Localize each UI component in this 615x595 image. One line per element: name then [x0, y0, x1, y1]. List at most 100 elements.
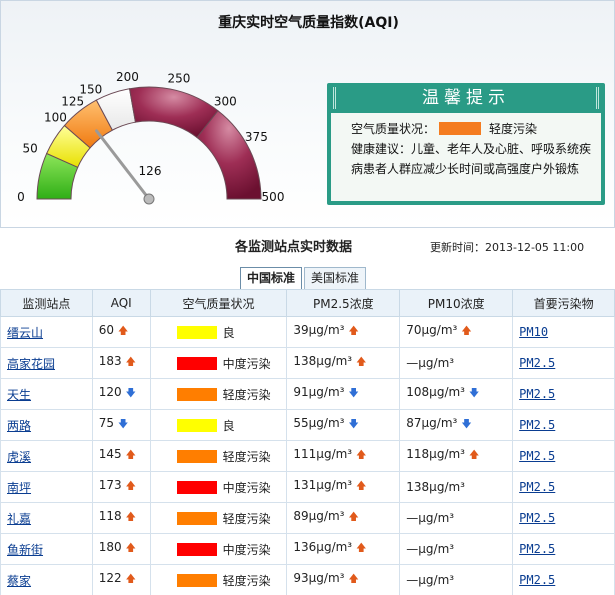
pm25-trend-down-icon: 🡇 — [348, 419, 359, 430]
gauge-tick-label: 0 — [17, 190, 25, 204]
aqi-cell: 145 🡅 — [91, 440, 151, 472]
aqi-value: 145 — [98, 447, 122, 461]
pm10-trend-down-icon: 🡇 — [461, 419, 472, 430]
level-color-bar — [176, 418, 217, 432]
site-link[interactable]: 缙云山 — [7, 326, 43, 340]
tips-status-label: 空气质量状况： — [351, 122, 436, 136]
pm25-cell: 136μg/m³ 🡅 — [286, 533, 401, 565]
aqi-trend-down-icon: 🡇 — [125, 388, 136, 399]
aqi-value: 173 — [98, 478, 122, 492]
gauge-tick-label: 250 — [168, 72, 191, 86]
aqi-cell: 122 🡅 — [91, 564, 151, 595]
section-title: 各监测站点实时数据 — [235, 240, 353, 255]
site-cell: 虎溪 — [0, 440, 93, 472]
pm25-value: 93μg/m³ — [293, 571, 345, 585]
pm10-cell: 108μg/m³ 🡇 — [399, 378, 514, 410]
pm25-cell: 89μg/m³ 🡅 — [286, 502, 401, 534]
gauge-tick-label: 500 — [262, 190, 285, 204]
site-cell: 鱼新街 — [0, 533, 93, 565]
aqi-cell: 75 🡇 — [91, 409, 151, 441]
aqi-value: 183 — [98, 354, 122, 368]
site-cell: 南坪 — [0, 471, 93, 503]
pollutant-link[interactable]: PM10 — [519, 325, 548, 339]
level-text: 轻度污染 — [222, 387, 271, 402]
aqi-gauge: 050100125150200 250300375500 126 — [17, 70, 285, 205]
pollutant-cell: PM2.5 — [512, 471, 615, 503]
pm10-cell: 87μg/m³ 🡇 — [399, 409, 514, 441]
aqi-value: 118 — [98, 509, 122, 523]
pollutant-cell: PM2.5 — [512, 533, 615, 565]
site-link[interactable]: 天生 — [7, 388, 31, 402]
gauge-tick-label: 200 — [116, 70, 139, 84]
site-link[interactable]: 蔡家 — [7, 574, 31, 588]
pm25-trend-down-icon: 🡇 — [348, 388, 359, 399]
table-row: 缙云山 60 🡅 良 39μg/m³ 🡅 70μg/m³ 🡅 PM10 — [0, 316, 615, 348]
tab-china-standard[interactable]: 中国标准 — [240, 267, 303, 289]
pollutant-cell: PM2.5 — [512, 564, 615, 595]
pollutant-link[interactable]: PM2.5 — [519, 418, 555, 432]
site-cell: 蔡家 — [0, 564, 93, 595]
gauge-tick-label: 150 — [79, 83, 102, 97]
pollutant-link[interactable]: PM2.5 — [519, 542, 555, 556]
aqi-value: 60 — [98, 323, 114, 337]
standard-tabs: 中国标准 美国标准 — [240, 267, 368, 289]
col-pollutant: 首要污染物 — [512, 289, 615, 317]
level-color-bar — [176, 542, 217, 556]
site-link[interactable]: 鱼新街 — [7, 543, 43, 557]
status-cell: 轻度污染 — [149, 564, 288, 595]
status-cell: 中度污染 — [149, 347, 288, 379]
pm10-value: 87μg/m³ — [406, 416, 458, 430]
pollutant-link[interactable]: PM2.5 — [519, 387, 555, 401]
tips-box: 温馨提示 空气质量状况： 轻度污染 健康建议：儿童、老年人及心脏、呼吸系统疾病患者… — [327, 83, 605, 205]
pm25-trend-up-icon: 🡅 — [348, 326, 359, 337]
level-text: 良 — [222, 325, 235, 340]
gauge-needle-hub — [143, 193, 155, 205]
aqi-trend-up-icon: 🡅 — [125, 450, 136, 461]
pm25-value: 91μg/m³ — [293, 385, 345, 399]
level-text: 良 — [222, 418, 235, 433]
table-row: 南坪 173 🡅 中度污染 131μg/m³ 🡅 138μg/m³ PM2.5 — [0, 471, 615, 503]
pm10-cell: —μg/m³ — [399, 533, 514, 565]
tips-body: 空气质量状况： 轻度污染 健康建议：儿童、老年人及心脏、呼吸系统疾病患者人群应减少… — [331, 113, 601, 201]
pm25-cell: 91μg/m³ 🡇 — [286, 378, 401, 410]
pm10-value: 70μg/m³ — [406, 323, 458, 337]
page-title: 重庆实时空气质量指数(AQI) — [218, 15, 399, 31]
pollutant-link[interactable]: PM2.5 — [519, 480, 555, 494]
pm10-cell: 138μg/m³ — [399, 471, 514, 503]
table-row: 高家花园 183 🡅 中度污染 138μg/m³ 🡅 —μg/m³ PM2.5 — [0, 347, 615, 379]
pm10-cell: —μg/m³ — [399, 502, 514, 534]
tab-us-standard[interactable]: 美国标准 — [304, 267, 367, 289]
pollutant-link[interactable]: PM2.5 — [519, 449, 555, 463]
site-link[interactable]: 高家花园 — [7, 357, 55, 371]
pm25-value: 138μg/m³ — [293, 354, 353, 368]
pollutant-link[interactable]: PM2.5 — [519, 511, 555, 525]
aqi-trend-up-icon: 🡅 — [125, 357, 136, 368]
level-color-bar — [176, 449, 217, 463]
site-link[interactable]: 两路 — [7, 419, 31, 433]
pollutant-link[interactable]: PM2.5 — [519, 356, 555, 370]
table-row: 蔡家 122 🡅 轻度污染 93μg/m³ 🡅 —μg/m³ PM2.5 — [0, 564, 615, 595]
aqi-cell: 60 🡅 — [91, 316, 151, 348]
table-row: 天生 120 🡇 轻度污染 91μg/m³ 🡇 108μg/m³ 🡇 PM2.5 — [0, 378, 615, 410]
pm25-value: 136μg/m³ — [293, 540, 353, 554]
aqi-value: 180 — [98, 540, 122, 554]
site-cell: 缙云山 — [0, 316, 93, 348]
pm10-value: —μg/m³ — [406, 356, 455, 370]
pm10-trend-up-icon: 🡅 — [468, 450, 480, 461]
pm10-trend-down-icon: 🡇 — [468, 388, 480, 399]
pm25-cell: 93μg/m³ 🡅 — [286, 564, 401, 595]
pollutant-link[interactable]: PM2.5 — [519, 573, 555, 587]
aqi-trend-up-icon: 🡅 — [125, 512, 136, 523]
pm25-value: 111μg/m³ — [293, 447, 353, 461]
site-link[interactable]: 礼嘉 — [7, 512, 31, 526]
level-color-bar — [176, 480, 217, 494]
status-color-swatch — [439, 122, 482, 135]
site-link[interactable]: 虎溪 — [7, 450, 31, 464]
pm10-cell: —μg/m³ — [399, 347, 514, 379]
gauge-tick-label: 375 — [245, 130, 268, 144]
pm25-trend-up-icon: 🡅 — [356, 543, 367, 554]
gauge-tick-label: 300 — [214, 94, 237, 108]
site-link[interactable]: 南坪 — [7, 481, 31, 495]
table-row: 鱼新街 180 🡅 中度污染 136μg/m³ 🡅 —μg/m³ PM2.5 — [0, 533, 615, 565]
pm10-cell: —μg/m³ — [399, 564, 514, 595]
